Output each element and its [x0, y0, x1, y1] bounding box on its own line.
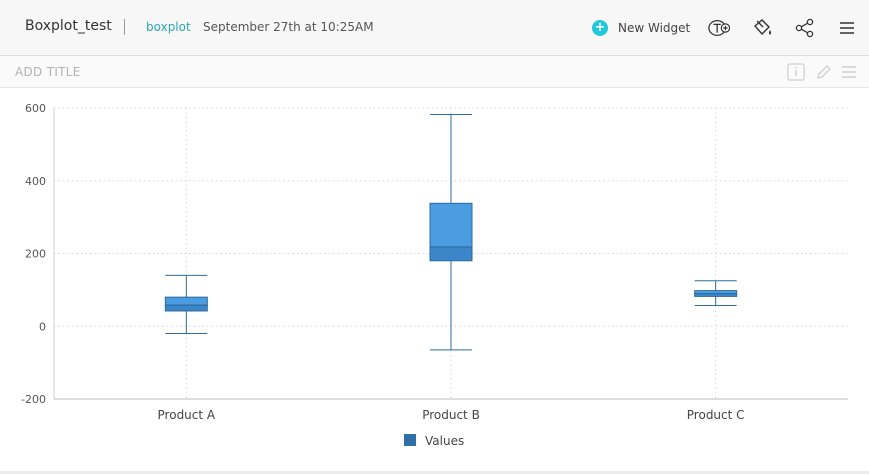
x-tick-label: Product C: [687, 408, 745, 422]
widget-title-bar: ADD TITLE: [0, 56, 869, 88]
pencil-icon[interactable]: [814, 62, 834, 82]
y-tick-label: 200: [25, 248, 46, 261]
y-tick-label: 0: [39, 320, 46, 333]
last-updated-timestamp: September 27th at 10:25AM: [203, 20, 374, 34]
x-tick-label: Product B: [422, 408, 480, 422]
hamburger-icon[interactable]: [839, 62, 859, 82]
add-title-field[interactable]: ADD TITLE: [15, 65, 81, 79]
new-widget-button[interactable]: + New Widget: [592, 19, 690, 37]
legend-swatch: [404, 434, 416, 446]
title-separator: [124, 19, 125, 35]
boxplot-chart: -200 0 200 400 600 Product A Product B Product …: [21, 102, 848, 448]
info-icon[interactable]: [786, 62, 806, 82]
plus-circle-icon: +: [592, 20, 608, 36]
box-lower-quartile: [429, 246, 473, 262]
box-upper-quartile: [429, 202, 473, 248]
top-bar: Boxplot_test boxplot September 27th at 1…: [0, 0, 869, 56]
legend-label: Values: [425, 434, 464, 448]
y-tick-label: -200: [21, 393, 46, 406]
text-add-icon[interactable]: [708, 17, 730, 39]
y-tick-label: 400: [25, 175, 46, 188]
dashboard-title[interactable]: Boxplot_test: [25, 18, 112, 34]
x-tick-label: Product A: [158, 408, 216, 422]
menu-icon[interactable]: [836, 17, 858, 39]
paint-bucket-icon[interactable]: [751, 17, 773, 39]
box-upper-quartile: [164, 296, 208, 306]
share-icon[interactable]: [794, 17, 816, 39]
y-tick-label: 600: [25, 102, 46, 115]
box-lower-quartile: [164, 304, 208, 312]
new-widget-label: New Widget: [618, 21, 691, 35]
widget-type-link[interactable]: boxplot: [146, 20, 191, 34]
